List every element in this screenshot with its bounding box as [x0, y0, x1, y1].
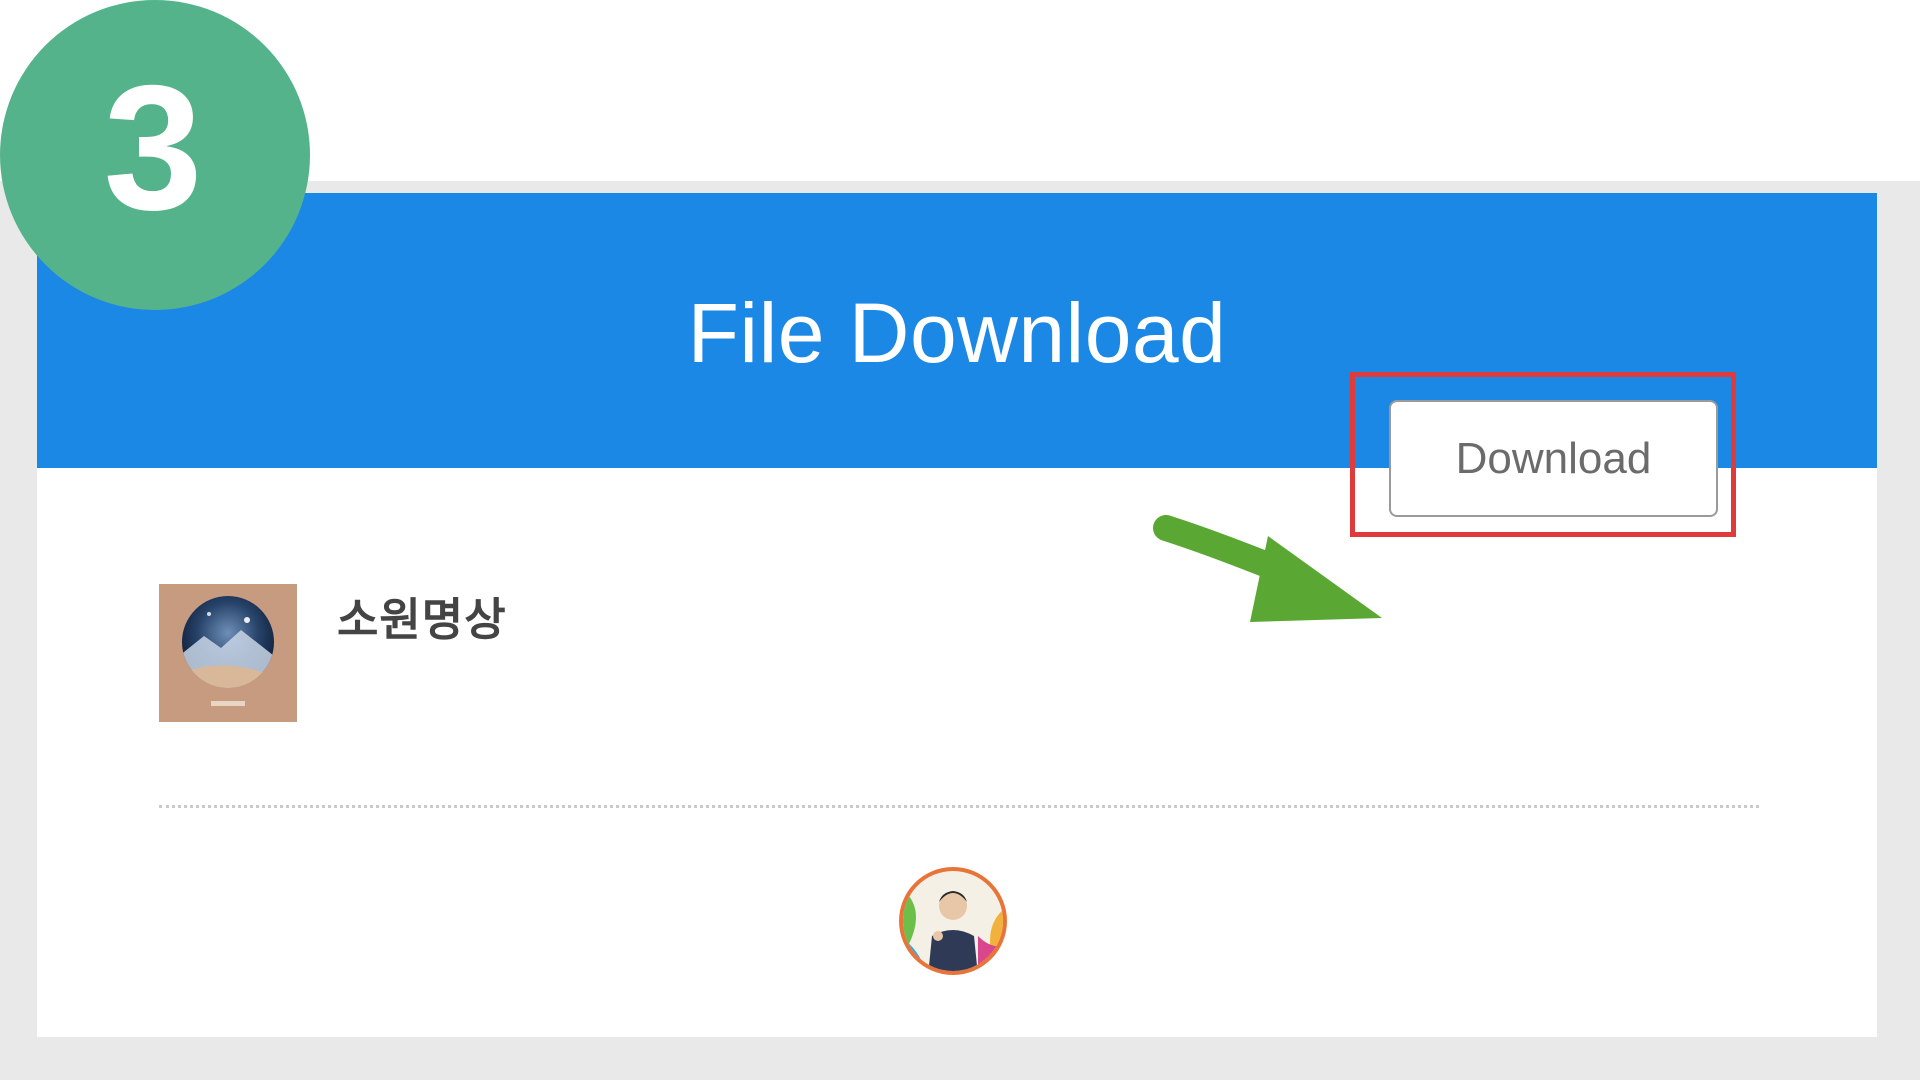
download-button[interactable]: Download — [1389, 400, 1718, 517]
file-download-card: File Download 소원명상 — [37, 193, 1877, 1037]
file-thumbnail — [159, 584, 297, 722]
divider — [159, 805, 1759, 808]
file-name: 소원명상 — [337, 593, 507, 646]
step-number-badge: 3 — [0, 0, 310, 310]
page-title: File Download — [687, 286, 1227, 380]
album-cover-thumbnail — [159, 584, 297, 722]
step-number: 3 — [103, 48, 203, 247]
avatar — [898, 866, 1008, 976]
profile-avatar — [899, 867, 1007, 975]
